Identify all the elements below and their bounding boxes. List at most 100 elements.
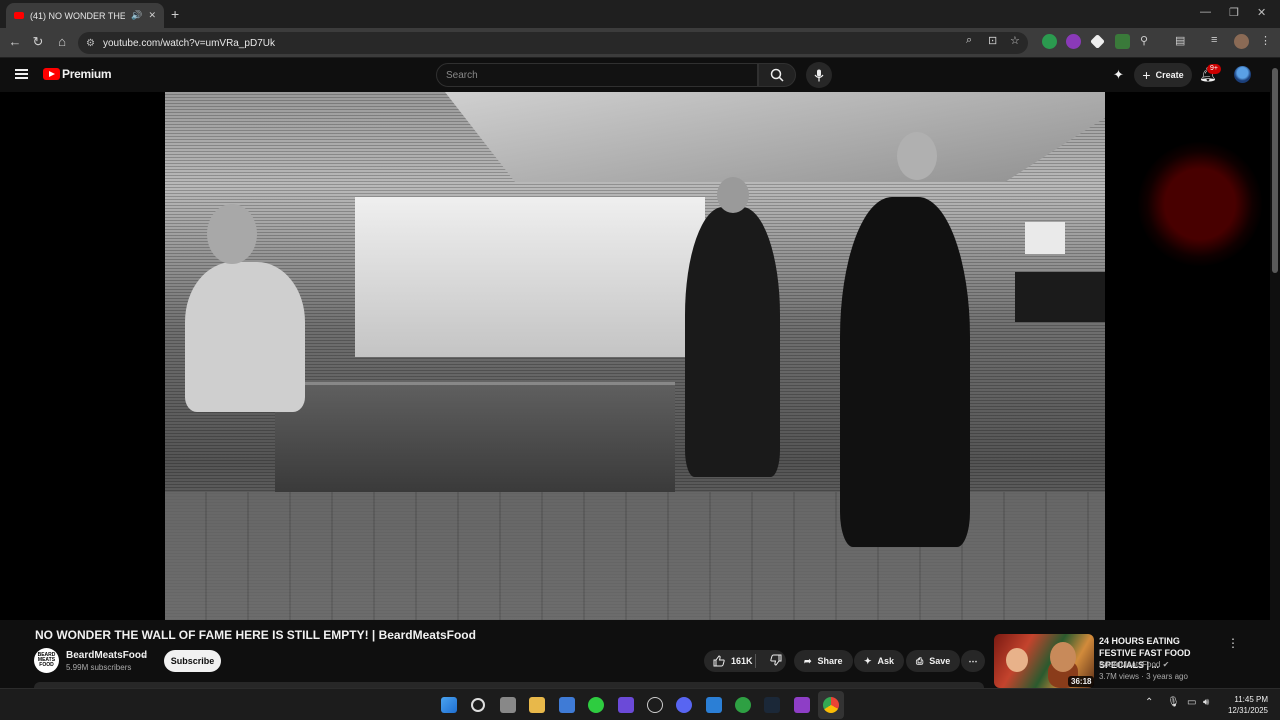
food-counter — [275, 382, 675, 492]
camera-rig — [1015, 272, 1105, 322]
network-icon[interactable]: ▭ — [1187, 697, 1196, 708]
subscribe-button[interactable]: Subscribe — [164, 650, 221, 672]
like-icon — [713, 655, 725, 667]
thumbnail-person — [1006, 648, 1028, 672]
menu-icon[interactable] — [15, 69, 28, 79]
browser-tab-active[interactable]: (41) NO WONDER THE WAL 🔊 ✕ — [6, 3, 164, 28]
video-title: NO WONDER THE WALL OF FAME HERE IS STILL… — [35, 628, 476, 642]
discord-icon[interactable] — [676, 697, 692, 713]
save-button[interactable]: ⎙ Save — [906, 650, 961, 672]
verified-icon: ✔ — [1162, 660, 1170, 669]
home-icon[interactable]: ⌂ — [53, 34, 71, 49]
dislike-button[interactable] — [762, 654, 782, 668]
background-window — [355, 197, 705, 357]
person-head — [717, 177, 749, 213]
channel-name[interactable]: BeardMeatsFood — [66, 650, 147, 661]
page-scrollbar[interactable] — [1270, 58, 1280, 688]
youtube-brand[interactable]: Premium — [62, 67, 112, 81]
close-window-button[interactable]: ✕ — [1257, 6, 1266, 19]
recommended-channel[interactable]: BeardMeatsFood ✔ — [1099, 660, 1169, 669]
ask-button[interactable]: ✦ Ask — [854, 650, 905, 672]
search-icon[interactable] — [471, 698, 485, 712]
channel-avatar[interactable]: BEARD MEATS FOOD — [34, 648, 59, 673]
person-head — [897, 132, 937, 180]
grammarly-extension-icon[interactable] — [1042, 34, 1057, 49]
audio-playing-icon[interactable]: 🔊 — [131, 10, 142, 21]
account-avatar[interactable] — [1234, 66, 1251, 83]
back-icon[interactable]: ← — [6, 34, 24, 49]
tab-title: (41) NO WONDER THE WAL — [30, 10, 126, 21]
save-label: Save — [929, 656, 951, 666]
share-label: Share — [817, 656, 843, 666]
person-left — [185, 262, 305, 412]
person-right — [840, 197, 970, 547]
clock-time: 11:45 PM — [1234, 695, 1268, 704]
volume-icon[interactable]: 🔊︎ — [1203, 697, 1209, 708]
save-icon: ⎙ — [916, 655, 924, 666]
browser-tab-bar: (41) NO WONDER THE WAL 🔊 ✕ + — ❐ ✕ — [0, 0, 1280, 28]
search-button[interactable] — [758, 63, 796, 87]
share-icon: ➦ — [804, 655, 812, 666]
minimize-button[interactable]: — — [1200, 6, 1211, 18]
reading-list-icon[interactable]: ▤ — [1175, 34, 1185, 47]
app-icon[interactable] — [647, 697, 663, 713]
like-count: 161K — [731, 656, 753, 666]
youtube-header: Premium Search ✦ + Create 🔔︎ 9+ — [0, 58, 1280, 92]
media-controls-icon[interactable]: ≡ — [1211, 34, 1217, 46]
site-info-icon[interactable]: ⚙ — [86, 38, 95, 49]
browser-toolbar: ← ↻ ⌂ ⚙ youtube.com/watch?v=umVRa_pD7Uk … — [0, 28, 1280, 58]
person-head — [207, 204, 257, 264]
ask-label: Ask — [877, 656, 895, 666]
extension-icon[interactable] — [1066, 34, 1081, 49]
mic-icon — [814, 69, 824, 81]
sparkle-icon: ✦ — [864, 655, 872, 666]
video-player[interactable] — [0, 92, 1270, 620]
task-view-icon[interactable] — [500, 697, 516, 713]
voice-search-button[interactable] — [806, 62, 832, 88]
address-bar[interactable]: ⚙ youtube.com/watch?v=umVRa_pD7Uk — [78, 32, 1028, 54]
mail-icon[interactable] — [706, 697, 722, 713]
xbox-icon[interactable] — [735, 697, 751, 713]
ambient-logo — [1138, 142, 1262, 266]
extension-icon[interactable] — [1115, 34, 1130, 49]
like-dislike-group: 161K — [704, 650, 786, 672]
video-frame[interactable] — [165, 92, 1105, 620]
tab-close-icon[interactable]: ✕ — [148, 10, 156, 21]
url-text: youtube.com/watch?v=umVRa_pD7Uk — [102, 37, 275, 49]
chrome-icon[interactable] — [823, 697, 839, 713]
start-icon[interactable] — [441, 697, 457, 713]
install-icon[interactable]: ⊡ — [988, 34, 997, 47]
mic-icon[interactable]: 🎙︎ — [1167, 697, 1180, 708]
file-explorer-icon[interactable] — [529, 697, 545, 713]
more-icon: ⋯ — [968, 655, 978, 666]
store-icon[interactable] — [559, 697, 575, 713]
tray-overflow-icon[interactable]: ⌃ — [1145, 697, 1153, 708]
subscriber-count: 5.99M subscribers — [66, 663, 132, 672]
recommended-channel-name: BeardMeatsFood — [1099, 660, 1161, 669]
youtube-favicon-icon — [14, 12, 24, 19]
browser-menu-icon[interactable]: ⋮ — [1260, 34, 1271, 47]
app-icon[interactable] — [588, 697, 604, 713]
profile-avatar[interactable] — [1234, 34, 1249, 49]
more-icon[interactable]: ⋮ — [1227, 636, 1239, 650]
sparkle-icon[interactable]: ✦ — [1113, 67, 1124, 83]
windows-taskbar: ⌃ 🎙︎ ▭ 🔊︎ 11:45 PM 12/31/2025 — [0, 688, 1280, 720]
zoom-icon[interactable]: ⌕ — [966, 34, 972, 47]
star-icon[interactable]: ☆ — [1010, 34, 1020, 47]
more-actions-button[interactable]: ⋯ — [961, 650, 985, 672]
app-icon[interactable] — [618, 697, 634, 713]
extensions-icon[interactable]: ⚲ — [1140, 34, 1148, 47]
maximize-button[interactable]: ❐ — [1229, 6, 1239, 19]
like-button[interactable]: 161K — [704, 654, 756, 668]
share-button[interactable]: ➦ Share — [794, 650, 853, 672]
search-input[interactable]: Search — [436, 63, 758, 87]
app-icon[interactable] — [794, 697, 810, 713]
clock-date: 12/31/2025 — [1227, 706, 1268, 715]
new-tab-button[interactable]: + — [171, 6, 179, 22]
steam-icon[interactable] — [764, 697, 780, 713]
create-button[interactable]: + Create — [1134, 63, 1192, 87]
system-clock[interactable]: 11:45 PM 12/31/2025 — [1222, 694, 1268, 716]
notification-badge: 9+ — [1207, 64, 1221, 74]
youtube-logo-icon[interactable] — [43, 68, 60, 80]
reload-icon[interactable]: ↻ — [29, 34, 47, 50]
